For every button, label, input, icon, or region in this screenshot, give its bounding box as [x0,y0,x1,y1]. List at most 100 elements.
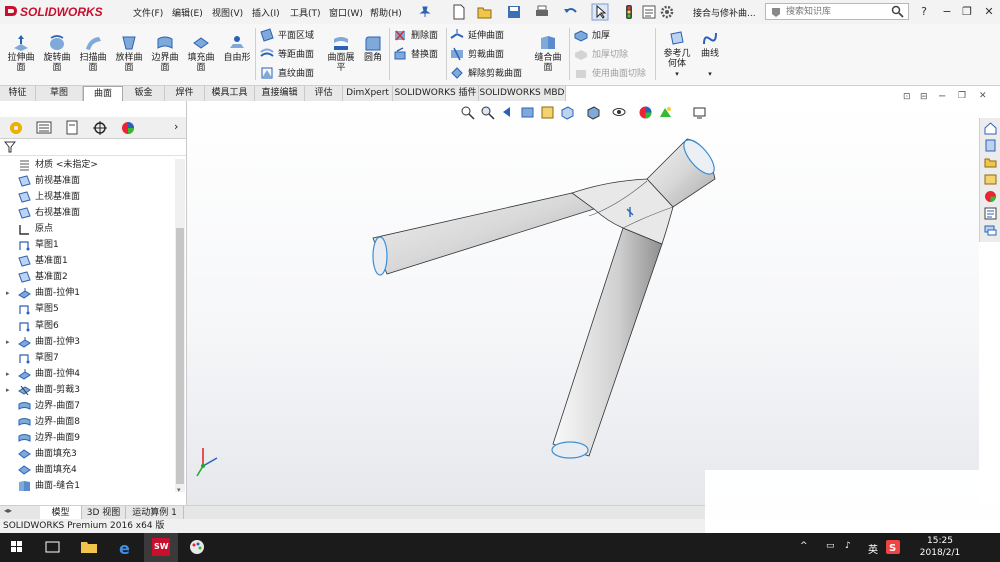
volume-icon[interactable]: ♪ [845,541,851,551]
close-button[interactable]: ✕ [982,5,996,19]
print-icon[interactable] [533,3,551,21]
tab-motion-study[interactable]: 运动算例 1 [126,506,184,520]
edge-browser-icon[interactable]: e [108,533,142,562]
menu-window[interactable]: 窗口(W) [329,6,363,19]
tab-surfaces[interactable]: 曲面 [83,86,123,101]
surface-flatten-button[interactable]: 曲面展平 [326,34,356,73]
tab-features[interactable]: 特征 [0,86,36,101]
viewport-maximize-icon[interactable]: ❐ [958,91,966,101]
revolved-surface-button[interactable]: 旋转曲面 [42,34,72,73]
tree-item[interactable]: 上视基准面 [0,189,175,205]
tree-item[interactable]: 草图7 [0,350,175,366]
tab-evaluate[interactable]: 评估 [305,86,343,101]
menu-tools[interactable]: 工具(T) [290,6,321,19]
search-box[interactable] [765,3,909,20]
solidworks-resources-icon[interactable] [983,121,998,136]
zoom-to-fit-icon[interactable] [460,105,475,120]
menu-view[interactable]: 视图(V) [212,6,243,19]
property-manager-icon[interactable] [32,119,56,136]
apply-scene-icon[interactable] [658,105,673,120]
tree-item[interactable]: 材质 <未指定> [0,157,175,173]
open-folder-icon[interactable] [476,3,494,21]
fillet-button[interactable]: 圆角 [358,34,388,63]
extend-surface-button[interactable]: 延伸曲面 [450,27,504,45]
restore-button[interactable]: ❐ [960,5,974,19]
tree-item[interactable]: ▸ 曲面-剪裁3 [0,382,175,398]
tab-solidworks-addins[interactable]: SOLIDWORKS 插件 [393,86,479,101]
tree-item[interactable]: ▸ 曲面-拉伸1 [0,285,175,301]
tree-item[interactable]: 右视基准面 [0,205,175,221]
menu-edit[interactable]: 编辑(E) [172,6,203,19]
zoom-to-area-icon[interactable] [480,105,495,120]
tree-item[interactable]: 边界-曲面7 [0,398,175,414]
expand-arrow-icon[interactable]: ▸ [6,366,14,382]
expand-arrow-icon[interactable]: ▸ [6,334,14,350]
tab-model[interactable]: 模型 [40,506,82,520]
tree-item[interactable]: 曲面填充4 [0,462,175,478]
view-palette-icon[interactable] [983,172,998,187]
display-manager-icon[interactable] [116,119,140,136]
curves-button[interactable]: 曲线 ▾ [695,30,725,79]
tab-3d-view[interactable]: 3D 视图 [82,506,126,520]
dimxpert-manager-icon[interactable] [88,119,112,136]
replace-face-button[interactable]: 替换面 [393,46,438,64]
boundary-surface-button[interactable]: 边界曲面 [150,34,180,73]
trim-surface-button[interactable]: 剪裁曲面 [450,46,504,64]
menu-help[interactable]: 帮助(H) [370,6,402,19]
tree-item[interactable]: 曲面填充3 [0,446,175,462]
custom-properties-icon[interactable] [983,206,998,221]
knit-surface-button[interactable]: 缝合曲面 [533,34,563,73]
tree-item[interactable]: 基准面1 [0,253,175,269]
options-gear-icon[interactable] [658,3,676,21]
tab-scroll-icon[interactable]: ◂▸ [4,506,12,515]
freeform-button[interactable]: 自由形 [222,34,252,63]
windows-start-icon[interactable] [0,533,34,562]
tree-item[interactable]: 原点 [0,221,175,237]
viewport-split-icon[interactable]: ⊡ [903,92,911,102]
tree-item[interactable]: ▸ 曲面-拉伸4 [0,366,175,382]
view-orientation-icon[interactable] [560,105,575,120]
delete-face-button[interactable]: 删除面 [393,27,438,45]
feature-manager-icon[interactable] [4,119,28,136]
sogou-ime-icon[interactable]: S [886,540,900,554]
ime-indicator[interactable]: 英 [868,541,878,556]
lofted-surface-button[interactable]: 放样曲面 [114,34,144,73]
file-explorer-taskbar-icon[interactable] [72,533,106,562]
menu-insert[interactable]: 插入(I) [252,6,280,19]
viewport-close-icon[interactable]: ✕ [979,91,987,101]
pin-icon[interactable] [419,6,431,18]
scroll-down-arrow[interactable]: ▾ [177,486,181,494]
file-properties-icon[interactable] [640,3,658,21]
file-explorer-icon[interactable] [983,155,998,170]
edit-appearance-icon[interactable] [638,105,653,120]
menu-file[interactable]: 文件(F) [133,6,163,19]
tab-sheet-metal[interactable]: 钣金 [123,86,165,101]
swept-surface-button[interactable]: 扫描曲面 [78,34,108,73]
thicken-button[interactable]: 加厚 [574,27,610,45]
search-icon[interactable] [891,5,904,18]
tab-sketch[interactable]: 草图 [36,86,83,101]
tree-item[interactable]: ▸ 曲面-拉伸3 [0,334,175,350]
tree-item[interactable]: 前视基准面 [0,173,175,189]
new-document-icon[interactable] [450,3,468,21]
expand-arrow-icon[interactable]: ▸ [6,285,14,301]
rebuild-icon[interactable] [620,3,638,21]
tree-item[interactable]: 草图6 [0,318,175,334]
configuration-manager-icon[interactable] [60,119,84,136]
tab-dimxpert[interactable]: DimXpert [343,86,393,101]
tab-solidworks-mbd[interactable]: SOLIDWORKS MBD [479,86,566,101]
tab-direct-editing[interactable]: 直接编辑 [255,86,305,101]
tree-item[interactable]: 基准面2 [0,269,175,285]
tree-item[interactable]: 曲面-缝合1 [0,478,175,494]
undo-icon[interactable] [562,3,580,21]
view-settings-icon[interactable] [692,105,707,120]
previous-view-icon[interactable] [500,105,515,120]
filled-surface-button[interactable]: 填充曲面 [186,34,216,73]
thicken-cut-button[interactable]: 加厚切除 [574,46,628,64]
tree-scrollbar-thumb[interactable] [176,228,184,484]
hide-show-items-icon[interactable] [612,105,627,120]
minimize-button[interactable]: − [940,5,954,19]
extruded-surface-button[interactable]: 拉伸曲面 [6,34,36,73]
dynamic-annotation-icon[interactable] [540,105,555,120]
viewport-minimize-icon[interactable]: − [938,91,946,102]
